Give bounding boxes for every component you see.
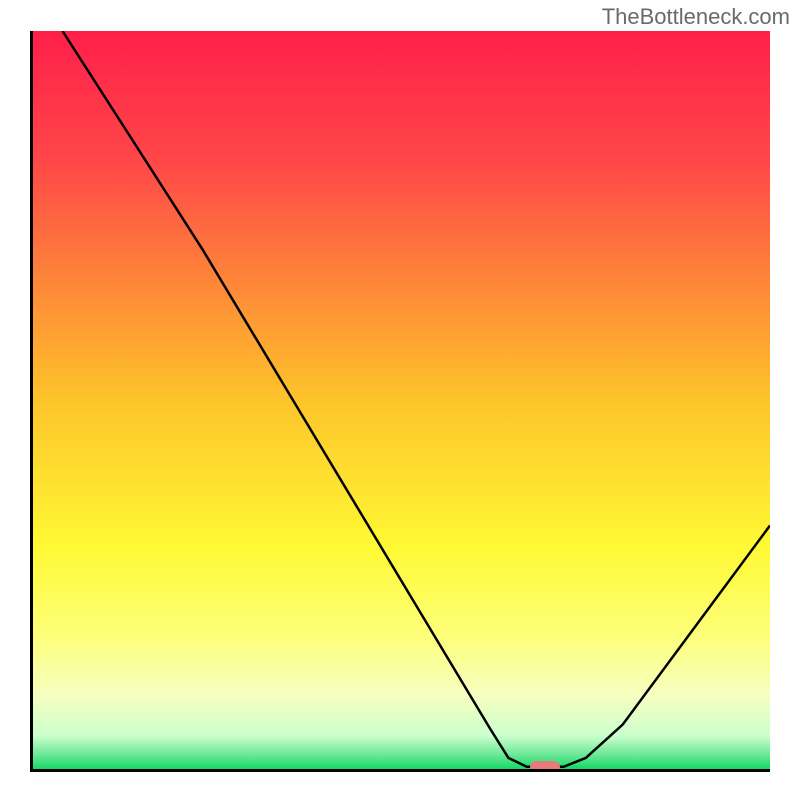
watermark-text: TheBottleneck.com <box>602 4 790 30</box>
bottleneck-curve <box>33 31 770 769</box>
optimum-marker <box>530 761 560 769</box>
bottleneck-chart: TheBottleneck.com <box>0 0 800 800</box>
plot-area <box>33 31 770 769</box>
y-axis <box>30 31 33 771</box>
x-axis <box>30 769 770 772</box>
